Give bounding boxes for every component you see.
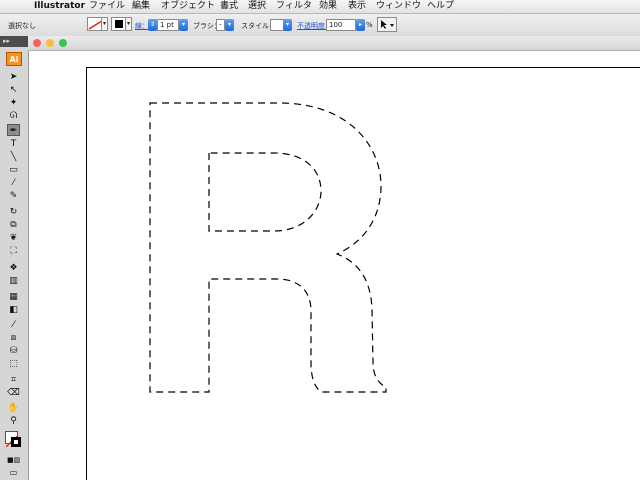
menu-bar: Illustrator ファイル 編集 オブジェクト 書式 選択 フィルタ 効果… (0, 0, 640, 14)
menu-file[interactable]: ファイル (89, 0, 125, 13)
color-mode-icons[interactable]: ■▨ (7, 454, 20, 466)
letter-r-outline[interactable] (29, 51, 640, 480)
menu-window[interactable]: ウィンドウ (376, 0, 421, 13)
stroke-weight-dropdown[interactable]: ▾ (179, 19, 188, 31)
lasso-tool-icon[interactable]: ᘏ (7, 110, 20, 122)
black-stroke-icon (115, 20, 123, 28)
symbol-sprayer-tool-icon[interactable]: ❖ (7, 262, 20, 274)
letter-r-counter-path (208, 152, 322, 232)
menu-filter[interactable]: フィルタ (276, 0, 312, 13)
document-title-bar (28, 36, 640, 51)
close-window-icon[interactable] (33, 39, 41, 47)
hand-tool-icon[interactable]: ✋ (7, 402, 20, 414)
live-paint-selection-tool-icon[interactable]: ⬚ (7, 358, 20, 370)
opacity-field[interactable]: 100 (326, 19, 356, 31)
stroke-dropdown[interactable]: ▾ (125, 17, 132, 31)
fill-stroke-indicator[interactable] (5, 431, 23, 449)
menu-effect[interactable]: 効果 (319, 0, 337, 13)
minimize-window-icon[interactable] (46, 39, 54, 47)
column-graph-tool-icon[interactable]: ▥ (7, 275, 20, 287)
brush-field[interactable]: - (216, 19, 225, 31)
selection-tool-icon[interactable]: ➤ (7, 71, 20, 83)
document-canvas[interactable] (29, 51, 640, 480)
stroke-weight-stepper[interactable]: ⇕ (148, 19, 157, 31)
selection-status: 選択なし (8, 22, 36, 30)
options-icon (381, 20, 394, 29)
direct-selection-tool-icon[interactable]: ↖ (7, 84, 20, 96)
crop-area-tool-icon[interactable]: ⌗ (7, 374, 20, 386)
zoom-tool-icon[interactable]: ⚲ (7, 415, 20, 427)
pencil-tool-icon[interactable]: ✎ (7, 190, 20, 202)
line-tool-icon[interactable]: ╲ (7, 151, 20, 163)
menu-help[interactable]: ヘルプ (427, 0, 454, 13)
free-transform-tool-icon[interactable]: ⛶ (7, 245, 20, 257)
opacity-percent: % (366, 21, 373, 29)
type-tool-icon[interactable]: T (7, 138, 20, 150)
options-button[interactable] (377, 17, 397, 32)
menu-app-name[interactable]: Illustrator (34, 0, 85, 13)
letter-r-outer-path (149, 102, 387, 393)
blend-tool-icon[interactable]: ⧈ (7, 332, 20, 344)
live-paint-bucket-tool-icon[interactable]: ⛁ (7, 345, 20, 357)
menu-object[interactable]: オブジェクト (161, 0, 215, 13)
pen-tool-icon[interactable]: ✒ (7, 124, 20, 136)
screen-mode-icon[interactable]: ▭ (7, 467, 20, 479)
tools-panel: ▸▸ Ai ➤ ↖ ✦ ᘏ ✒ T ╲ ▭ ⁄ ✎ ↻ ⧉ ❦ ⛶ ❖ ▥ ▦ … (0, 36, 29, 480)
paintbrush-tool-icon[interactable]: ⁄ (7, 177, 20, 189)
panel-collapse[interactable]: ▸▸ (0, 36, 28, 47)
eraser-tool-icon[interactable]: ⌫ (7, 387, 20, 399)
fill-dropdown[interactable]: ▾ (101, 17, 108, 31)
control-bar: 選択なし ▾ ▾ 線： ⇕ 1 pt ▾ ブラシ： - ▾ スタイル： ▾ 不透… (0, 14, 640, 37)
rotate-tool-icon[interactable]: ↻ (7, 206, 20, 218)
warp-tool-icon[interactable]: ❦ (7, 232, 20, 244)
illustrator-logo: Ai (6, 52, 22, 66)
eyedropper-tool-icon[interactable]: ⁄ (7, 319, 20, 331)
mesh-tool-icon[interactable]: ▦ (7, 291, 20, 303)
menu-view[interactable]: 表示 (348, 0, 366, 13)
menu-edit[interactable]: 編集 (132, 0, 150, 13)
stroke-black-icon (11, 437, 21, 447)
zoom-window-icon[interactable] (59, 39, 67, 47)
scale-tool-icon[interactable]: ⧉ (7, 219, 20, 231)
magic-wand-tool-icon[interactable]: ✦ (7, 97, 20, 109)
stroke-weight-field[interactable]: 1 pt (157, 19, 179, 31)
stroke-label[interactable]: 線： (135, 21, 149, 31)
style-dropdown[interactable]: ▾ (283, 19, 292, 31)
brush-dropdown[interactable]: ▾ (225, 19, 234, 31)
gradient-tool-icon[interactable]: ◧ (7, 304, 20, 316)
menu-type[interactable]: 書式 (220, 0, 238, 13)
menu-select[interactable]: 選択 (248, 0, 266, 13)
opacity-dropdown[interactable]: ▸ (356, 19, 365, 31)
rectangle-tool-icon[interactable]: ▭ (7, 164, 20, 176)
